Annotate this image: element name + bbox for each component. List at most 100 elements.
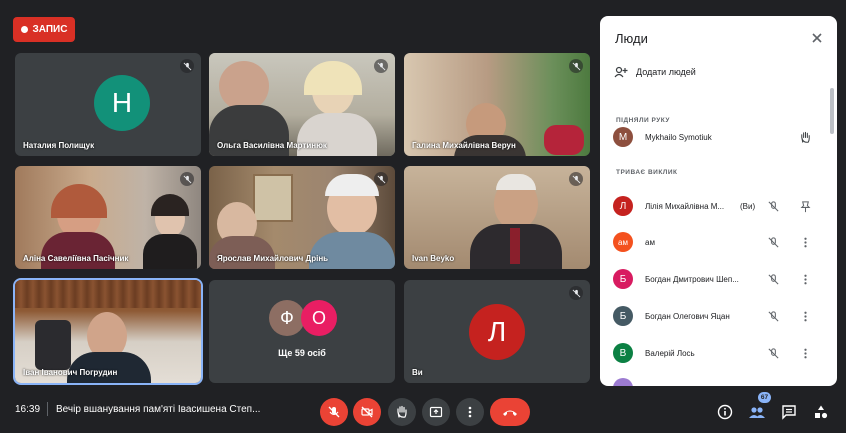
recording-badge[interactable]: ЗАПИС (13, 17, 75, 42)
close-icon[interactable] (809, 30, 825, 46)
avatar-letter: ам (618, 237, 628, 247)
mic-off-icon[interactable] (767, 236, 780, 249)
avatar-letter: M (618, 131, 628, 143)
raised-hand-icon[interactable] (799, 131, 812, 144)
divider (47, 402, 48, 416)
participant-name: Аліна Савеліївна Пасічник (23, 254, 129, 263)
avatar-letter: Ф (280, 307, 294, 328)
participant-name: Ви (412, 368, 423, 377)
participant-name: Лілія Михайлівна М... (645, 201, 725, 211)
avatar: Л (469, 304, 525, 360)
panel-title: Люди (615, 31, 648, 46)
more-participants-label: Ще 59 осіб (278, 348, 326, 358)
participant-name: Ольга Василівна Мартинюк (217, 141, 327, 150)
add-people-label: Додати людей (636, 67, 696, 77)
chat-button[interactable] (780, 403, 798, 421)
present-screen-icon (429, 406, 443, 418)
participant-row[interactable]: Б Богдан Дмитрович Шеп... (600, 264, 837, 294)
participant-row[interactable]: ам ам (600, 227, 837, 257)
avatar: Ф (269, 300, 305, 336)
video-tile[interactable]: Іван Іванович Погрудин (13, 278, 203, 385)
people-panel: Люди Додати людей ПІДНЯЛИ РУКУ M Mykhail… (600, 16, 837, 386)
avatar: ам (613, 232, 633, 252)
activities-icon (815, 405, 828, 419)
add-people-button[interactable]: Додати людей (614, 66, 696, 78)
in-call-label: ТРИВАЄ ВИКЛИК (616, 169, 678, 176)
more-vert-icon[interactable] (799, 310, 812, 323)
avatar-letter: Л (487, 316, 507, 347)
mic-toggle-button[interactable] (320, 398, 348, 426)
video-tile[interactable]: Ivan Beyko (404, 166, 590, 269)
raised-hand-icon (397, 405, 407, 418)
participant-name: Наталия Полищук (23, 141, 95, 150)
present-button[interactable] (422, 398, 450, 426)
avatar-letter: Б (619, 273, 627, 285)
add-person-icon (614, 66, 628, 78)
mic-off-icon (180, 59, 194, 73)
mic-off-icon (328, 406, 340, 418)
participant-row[interactable]: Б Богдан Олегович Яцан (600, 301, 837, 331)
avatar: Н (94, 75, 150, 131)
avatar: В (613, 343, 633, 363)
mic-off-icon (374, 59, 388, 73)
participant-name: Mykhailo Symotiuk (645, 132, 712, 142)
activities-button[interactable] (812, 403, 830, 421)
mic-off-icon[interactable] (767, 310, 780, 323)
avatar-letter: В (619, 347, 627, 359)
participant-row[interactable]: В Валерій Лось (600, 338, 837, 368)
video-tile[interactable]: Аліна Савеліївна Пасічник (15, 166, 201, 269)
mic-off-icon (569, 59, 583, 73)
video-tile[interactable]: Н Наталия Полищук (15, 53, 201, 156)
avatar: M (613, 127, 633, 147)
avatar-letter: О (311, 307, 326, 328)
more-vert-icon[interactable] (799, 236, 812, 249)
more-options-button[interactable] (456, 398, 484, 426)
mic-off-icon (569, 286, 583, 300)
participant-name: Богдан Дмитрович Шеп... (645, 274, 739, 284)
video-tile[interactable]: Ольга Василівна Мартинюк (209, 53, 395, 156)
avatar-letter: Л (619, 200, 627, 212)
more-vert-icon[interactable] (799, 273, 812, 286)
participant-name: Ярослав Михайлович Дрінь (217, 254, 329, 263)
self-video-tile[interactable]: Л Ви (404, 280, 590, 383)
more-vert-icon[interactable] (799, 347, 812, 360)
clock: 16:39 (15, 404, 41, 415)
participant-name: Іван Іванович Погрудин (23, 368, 118, 377)
meeting-details-button[interactable] (716, 403, 734, 421)
participant-row[interactable]: Л Лілія Михайлівна М... (Ви) (600, 191, 837, 221)
avatar-letter: Н (111, 87, 133, 118)
mic-off-icon (569, 172, 583, 186)
video-tile[interactable]: Галина Михайлівна Верун (404, 53, 590, 156)
end-call-icon (503, 410, 517, 416)
leave-call-button[interactable] (490, 398, 530, 426)
more-participants-tile[interactable]: Ф О Ще 59 осіб (209, 280, 395, 383)
avatar: Б (613, 306, 633, 326)
participant-name: Ivan Beyko (412, 254, 455, 263)
camera-off-icon (361, 406, 373, 418)
participant-row[interactable]: M Mykhailo Symotiuk (600, 122, 837, 152)
mic-off-icon[interactable] (767, 347, 780, 360)
participant-name: Валерій Лось (645, 348, 695, 358)
participant-name: Галина Михайлівна Верун (412, 141, 516, 150)
more-vert-icon (468, 406, 472, 418)
chat-icon (782, 405, 796, 420)
avatar-letter: Б (619, 310, 627, 322)
recording-dot-icon (20, 26, 28, 33)
participant-count-badge: 67 (758, 392, 771, 403)
participant-name: Богдан Олегович Яцан (645, 311, 730, 321)
mic-off-icon (180, 172, 194, 186)
you-suffix: (Ви) (740, 201, 756, 211)
raise-hand-button[interactable] (388, 398, 416, 426)
video-tile[interactable]: Ярослав Михайлович Дрінь (209, 166, 395, 269)
camera-toggle-button[interactable] (353, 398, 381, 426)
info-icon (717, 404, 733, 420)
avatar: О (301, 300, 337, 336)
pin-icon[interactable] (799, 200, 812, 213)
avatar: Л (613, 196, 633, 216)
mic-off-icon[interactable] (767, 273, 780, 286)
mic-off-icon[interactable] (767, 200, 780, 213)
meeting-title: Вечір вшанування пам'яті Івасишена Степ.… (56, 404, 261, 415)
people-icon (749, 407, 765, 418)
avatar: Б (613, 269, 633, 289)
people-button[interactable] (748, 403, 766, 421)
